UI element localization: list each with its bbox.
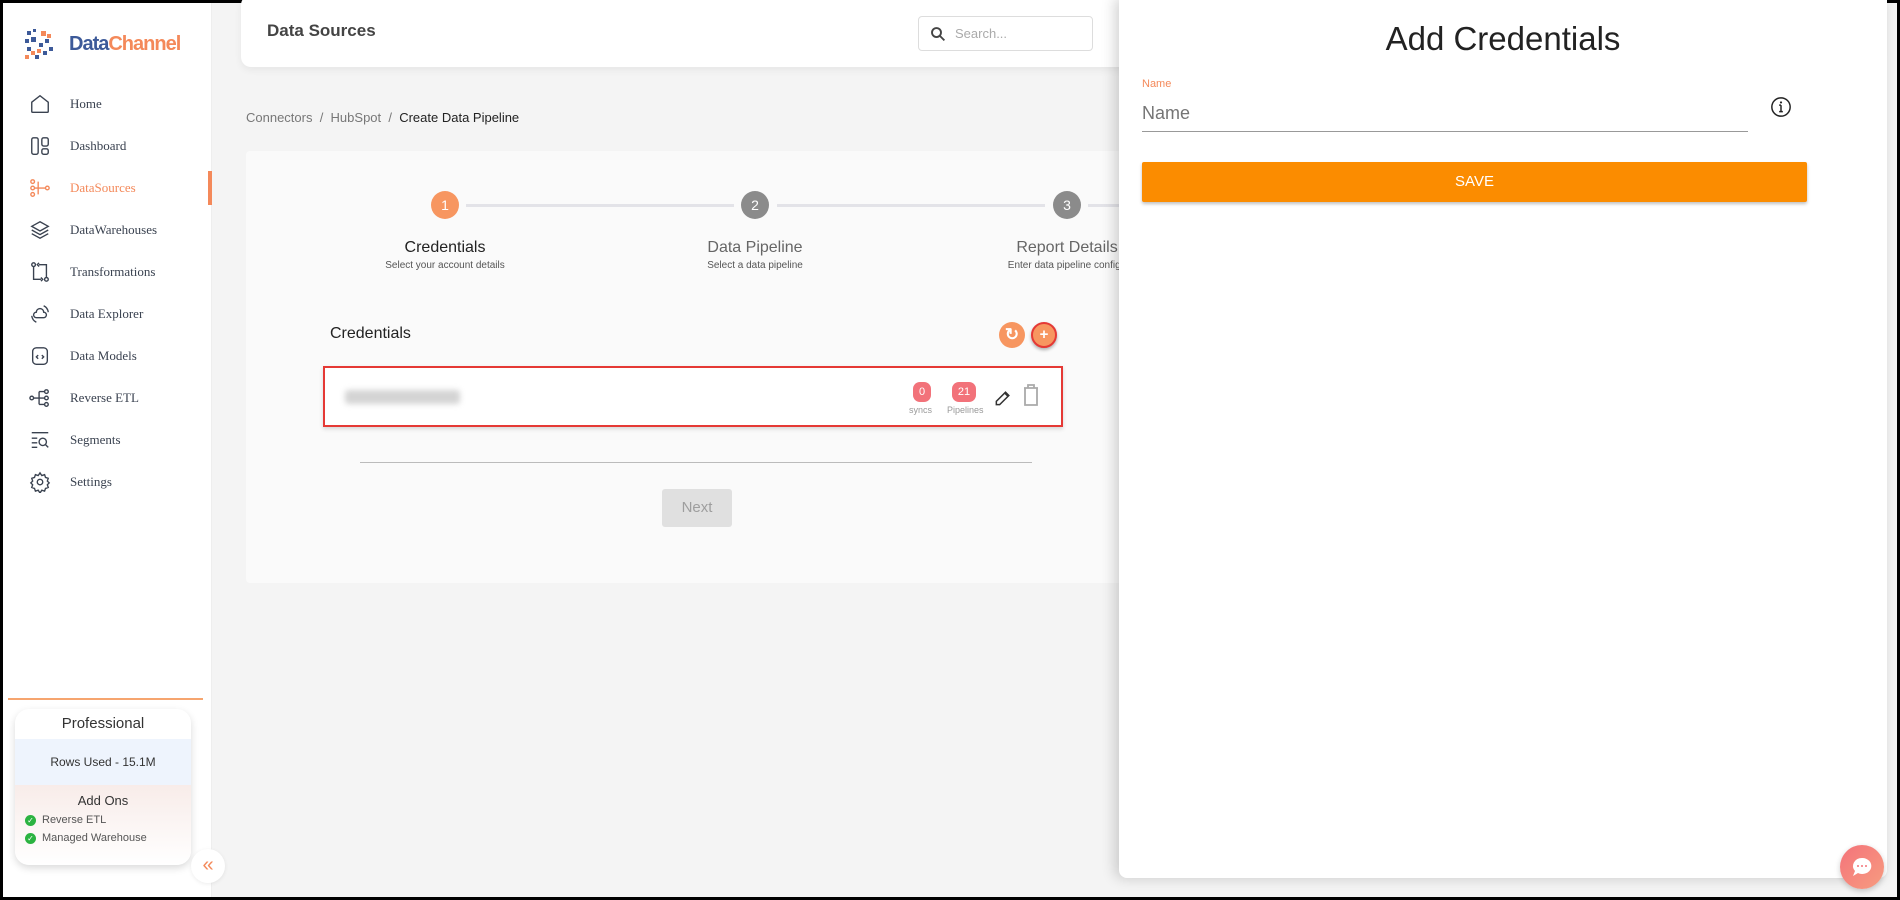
pipelines-label: Pipelines	[947, 405, 984, 415]
search-input[interactable]: Search...	[918, 16, 1093, 51]
datachannel-logo-icon	[25, 29, 53, 59]
step-2-circle: 2	[741, 191, 769, 219]
sidebar-item-segments[interactable]: Segments	[3, 423, 212, 457]
name-input[interactable]	[1142, 96, 1748, 132]
drawer-title: Add Credentials	[1385, 20, 1621, 57]
active-indicator	[208, 171, 212, 205]
sidebar: DataChannel Home Dashboard DataSources D…	[3, 3, 212, 897]
check-icon: ✓	[25, 814, 36, 826]
cloud-sync-icon	[31, 305, 49, 323]
rows-used: Rows Used - 15.1M	[15, 739, 191, 785]
datasources-icon	[30, 179, 50, 197]
page-title: Data Sources	[267, 21, 376, 40]
breadcrumb-hubspot[interactable]: HubSpot	[331, 110, 382, 125]
step-2-title: Data Pipeline	[707, 239, 803, 256]
gear-icon	[29, 471, 51, 493]
collapse-sidebar-button[interactable]: «	[191, 849, 225, 883]
addons-section: Add Ons ✓ Reverse ETL ✓ Managed Warehouse	[15, 785, 191, 865]
check-icon: ✓	[25, 832, 36, 844]
dashboard-icon	[31, 137, 49, 155]
credential-row[interactable]: 0 syncs 21 Pipelines	[323, 366, 1063, 427]
home-icon	[31, 94, 49, 113]
addon-item: ✓ Reverse ETL	[15, 808, 191, 826]
pipelines-badge: 21	[952, 382, 976, 402]
plan-card: Professional Rows Used - 15.1M Add Ons ✓…	[15, 709, 191, 865]
segments-icon	[31, 431, 49, 449]
add-credentials-drawer: Add Credentials Name SAVE	[1119, 0, 1887, 878]
sidebar-item-reverse-etl[interactable]: Reverse ETL	[3, 381, 212, 415]
credentials-heading: Credentials	[330, 325, 411, 342]
name-field-label: Name	[1142, 78, 1172, 90]
reverse-etl-icon	[29, 389, 49, 407]
step-connector	[466, 204, 734, 207]
sidebar-divider	[8, 698, 203, 700]
trash-icon[interactable]	[1021, 383, 1041, 407]
edit-icon[interactable]	[993, 388, 1013, 408]
add-credential-button[interactable]: +	[1031, 322, 1057, 348]
sidebar-item-datawarehouses[interactable]: DataWarehouses	[3, 213, 212, 247]
refresh-button[interactable]: ↻	[999, 322, 1025, 348]
sidebar-item-datasources[interactable]: DataSources	[3, 171, 212, 205]
plan-name: Professional	[61, 715, 145, 732]
info-icon[interactable]	[1770, 96, 1792, 118]
sidebar-item-data-explorer[interactable]: Data Explorer	[3, 297, 212, 331]
code-file-icon	[31, 347, 49, 365]
sidebar-item-transformations[interactable]: Transformations	[3, 255, 212, 289]
credential-name-redacted	[345, 390, 460, 404]
layers-icon	[30, 220, 50, 240]
chat-bubble-icon	[1853, 857, 1872, 876]
breadcrumb: Connectors / HubSpot / Create Data Pipel…	[246, 110, 520, 125]
addon-item: ✓ Managed Warehouse	[15, 826, 191, 844]
save-button[interactable]: SAVE	[1142, 162, 1807, 202]
step-connector	[777, 204, 1045, 207]
sidebar-item-dashboard[interactable]: Dashboard	[3, 129, 212, 163]
plus-icon: +	[1039, 326, 1049, 343]
syncs-badge: 0	[913, 382, 931, 402]
step-1-subtitle: Select your account details	[385, 260, 505, 271]
syncs-label: syncs	[909, 405, 933, 415]
breadcrumb-current: Create Data Pipeline	[399, 110, 520, 125]
step-2-subtitle: Select a data pipeline	[707, 260, 803, 271]
transform-icon	[31, 262, 49, 282]
addons-title: Add Ons	[77, 793, 129, 808]
step-3-circle: 3	[1053, 191, 1081, 219]
divider	[360, 462, 1032, 463]
next-button[interactable]: Next	[662, 489, 732, 527]
sidebar-item-data-models[interactable]: Data Models	[3, 339, 212, 373]
chat-button[interactable]	[1840, 845, 1884, 889]
step-1-title: Credentials	[404, 239, 486, 256]
search-icon	[931, 26, 946, 41]
step-1-circle: 1	[431, 191, 459, 219]
refresh-icon: ↻	[1004, 325, 1020, 344]
brand-name: DataChannel	[69, 33, 181, 55]
breadcrumb-connectors[interactable]: Connectors	[246, 110, 312, 125]
sidebar-item-settings[interactable]: Settings	[3, 465, 212, 499]
sidebar-item-home[interactable]: Home	[3, 87, 212, 121]
